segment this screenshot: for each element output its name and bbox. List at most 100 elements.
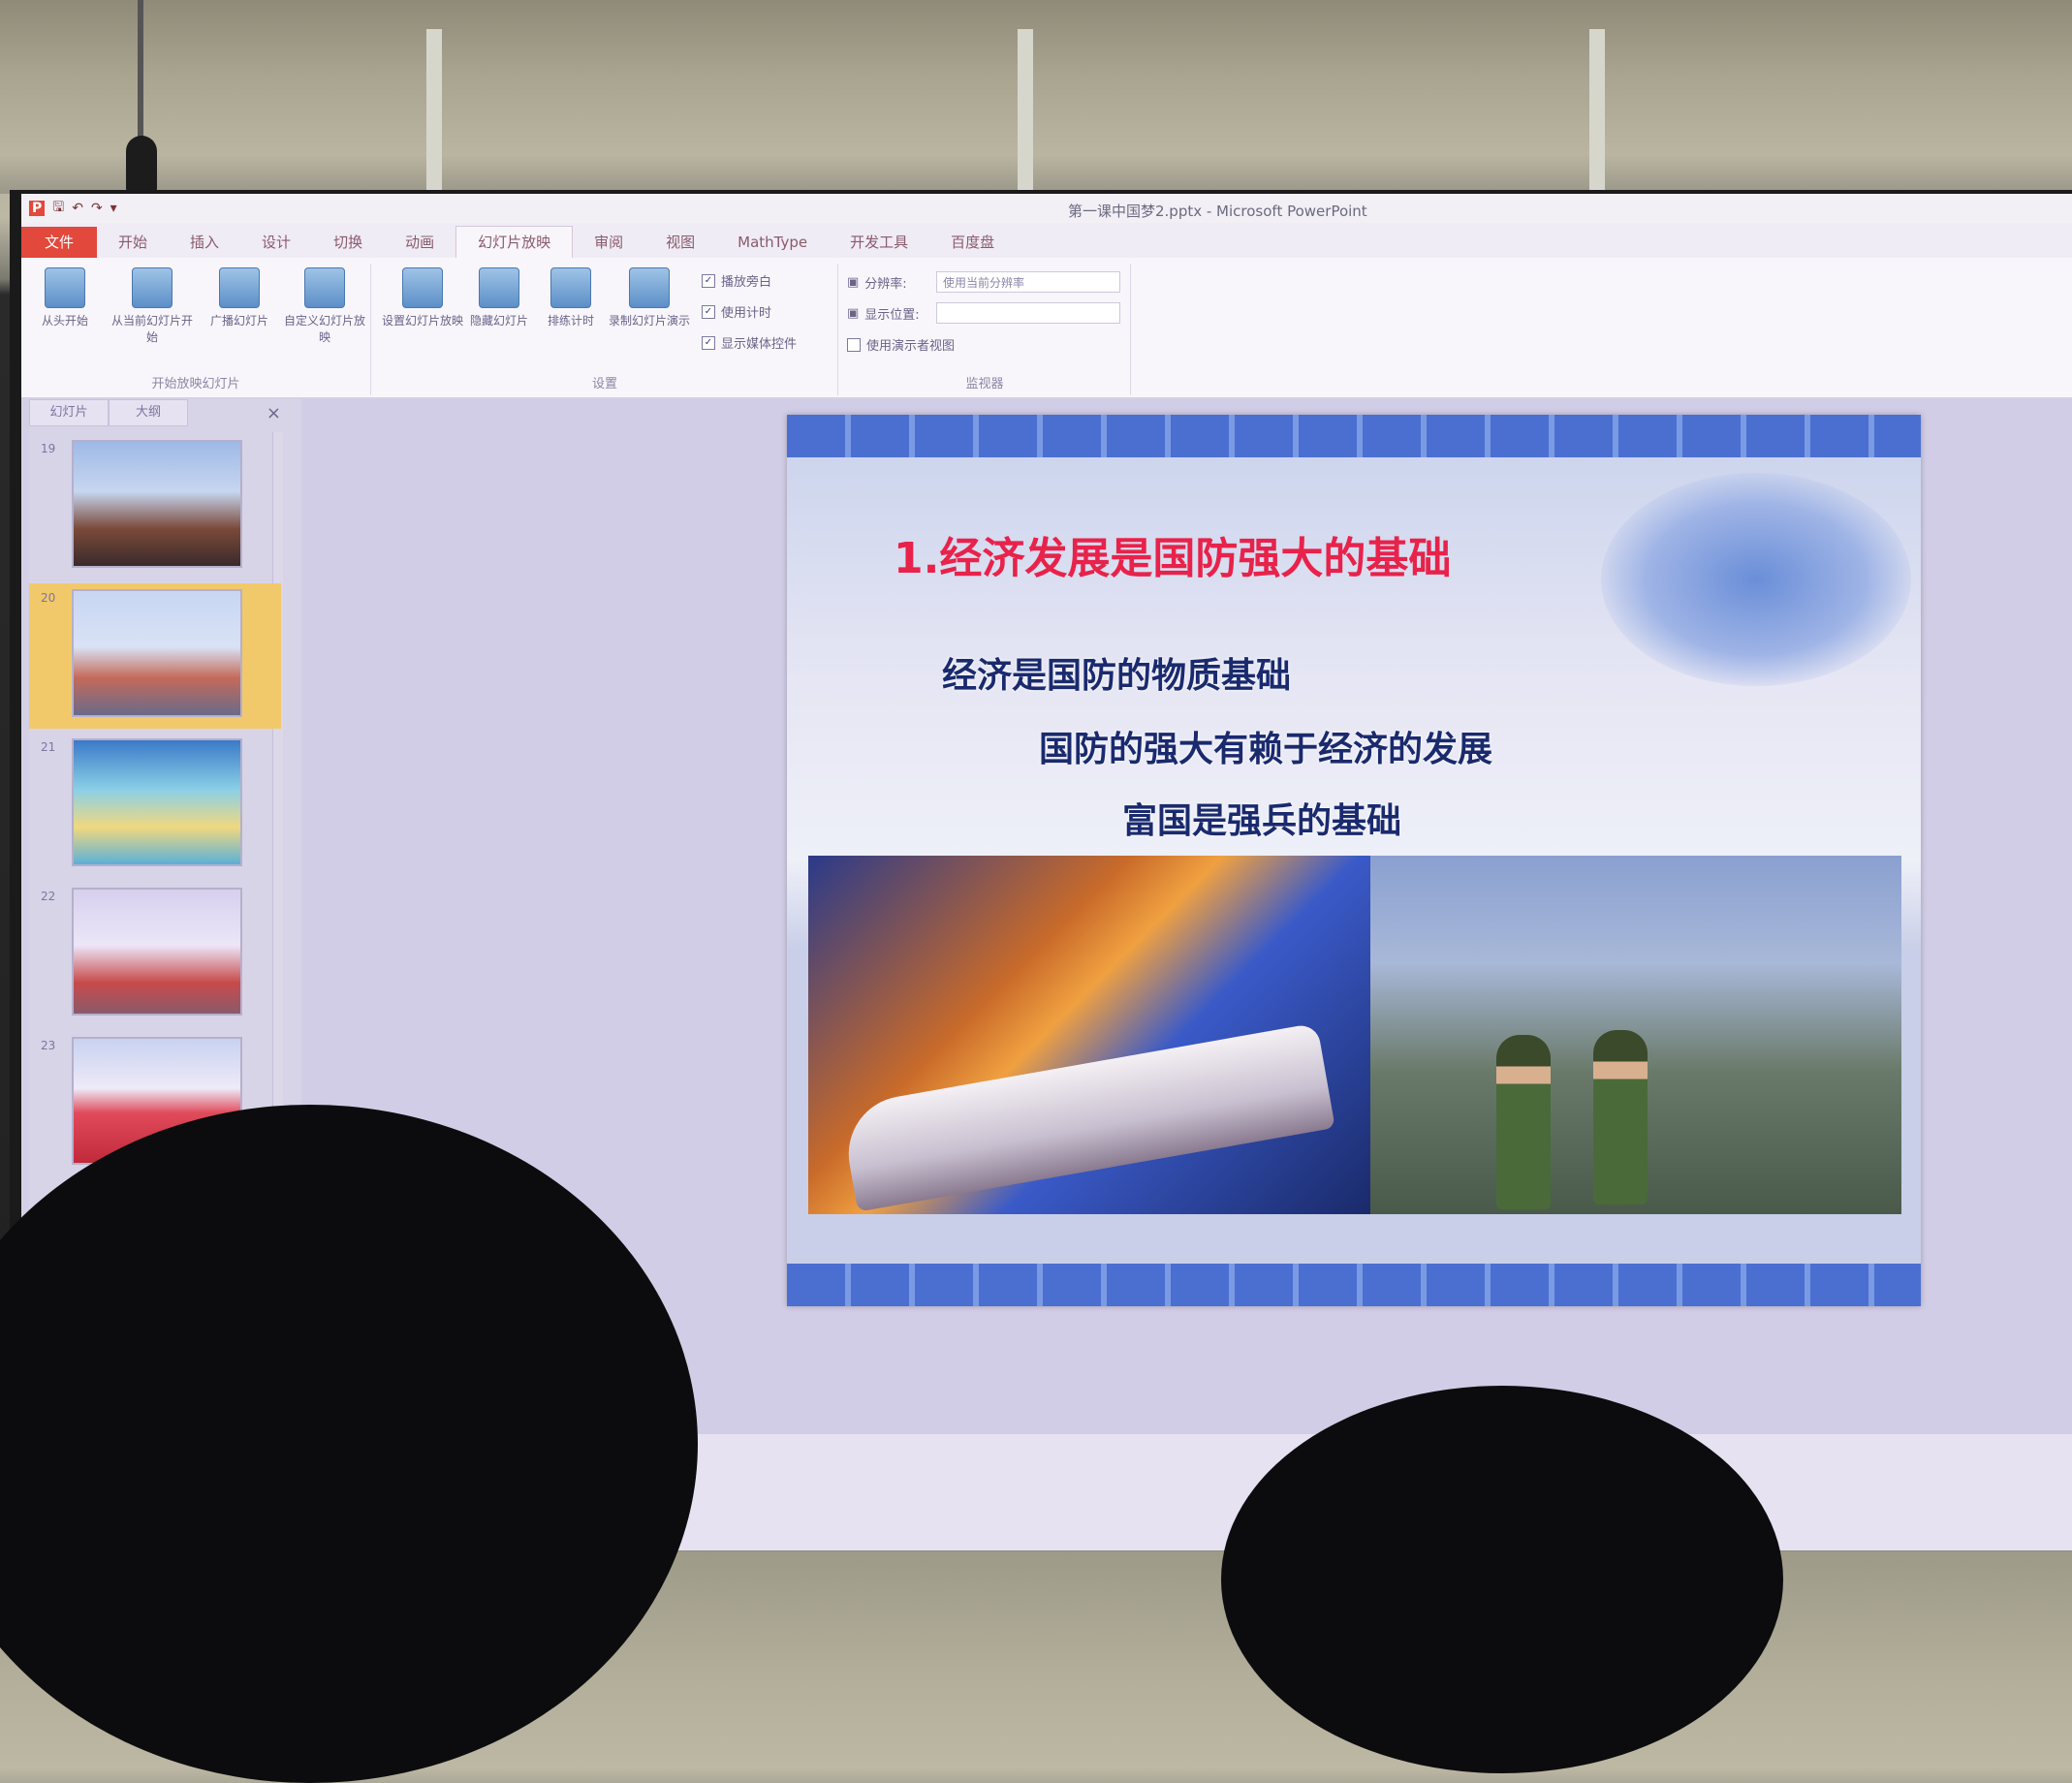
checkbox-checked-icon: ✓ bbox=[702, 304, 715, 319]
tab-slides[interactable]: 幻灯片 bbox=[29, 399, 109, 426]
hide-slide-label: 隐藏幻灯片 bbox=[469, 314, 528, 328]
checkbox-label: 使用计时 bbox=[721, 306, 772, 321]
close-icon[interactable]: × bbox=[267, 403, 281, 423]
tab-transitions[interactable]: 切换 bbox=[312, 227, 384, 258]
tab-home[interactable]: 开始 bbox=[97, 227, 169, 258]
tab-review[interactable]: 审阅 bbox=[573, 227, 644, 258]
record-show-button[interactable]: 录制幻灯片演示 bbox=[609, 267, 690, 328]
cloud-decoration bbox=[1601, 473, 1911, 686]
thumbnail-image bbox=[72, 589, 242, 717]
group-setup: 设置幻灯片放映 隐藏幻灯片 排练计时 录制幻灯片演示 ✓ 播放旁白 ✓ 使用计时 ✓… bbox=[372, 264, 838, 395]
from-beginning-label: 从头开始 bbox=[41, 314, 88, 328]
thumbnail-image bbox=[72, 888, 242, 1016]
record-label: 录制幻灯片演示 bbox=[609, 314, 691, 328]
from-current-label: 从当前幻灯片开始 bbox=[110, 314, 193, 344]
custom-show-label: 自定义幻灯片放映 bbox=[283, 314, 365, 344]
slide-text-line[interactable]: 富国是强兵的基础 bbox=[1122, 793, 1401, 843]
military-parade-photo bbox=[1370, 856, 1901, 1214]
slide-title[interactable]: 1.经济发展是国防强大的基础 bbox=[894, 523, 1451, 585]
resolution-select[interactable]: 使用当前分辨率 bbox=[936, 271, 1120, 293]
group-start-slideshow: 从头开始 从当前幻灯片开始 广播幻灯片 自定义幻灯片放映 开始放映幻灯片 bbox=[21, 264, 371, 395]
wall-pole bbox=[1018, 29, 1033, 194]
powerpoint-logo-icon: P bbox=[29, 201, 46, 216]
slide-number: 23 bbox=[41, 1039, 56, 1052]
use-timings-checkbox[interactable]: ✓ 使用计时 bbox=[702, 302, 771, 321]
from-current-button[interactable]: 从当前幻灯片开始 bbox=[109, 267, 196, 345]
group-label: 监视器 bbox=[965, 377, 1004, 391]
checkbox-label: 显示媒体控件 bbox=[721, 337, 798, 352]
resolution-text: 分辨率: bbox=[864, 277, 907, 292]
custom-show-button[interactable]: 自定义幻灯片放映 bbox=[283, 267, 366, 345]
slide-thumbnail[interactable]: 19 bbox=[29, 434, 281, 579]
brick-border-top bbox=[787, 415, 1921, 457]
hide-slide-icon bbox=[479, 267, 519, 308]
tab-slide-show[interactable]: 幻灯片放映 bbox=[455, 226, 574, 258]
slide-thumbnail[interactable]: 21 bbox=[29, 733, 281, 878]
save-icon[interactable]: 🖫 bbox=[52, 197, 64, 220]
tab-outline[interactable]: 大纲 bbox=[109, 399, 188, 426]
broadcast-label: 广播幻灯片 bbox=[209, 314, 268, 328]
tab-insert[interactable]: 插入 bbox=[169, 227, 240, 258]
slide-number: 19 bbox=[41, 442, 56, 455]
tab-baidu[interactable]: 百度盘 bbox=[929, 227, 1016, 258]
redo-icon[interactable]: ↷ bbox=[91, 201, 103, 216]
play-narrations-checkbox[interactable]: ✓ 播放旁白 bbox=[702, 271, 771, 290]
checkbox-empty-icon bbox=[847, 337, 861, 352]
show-on-select[interactable] bbox=[936, 302, 1120, 324]
slideshow-current-icon bbox=[132, 267, 173, 308]
slide-number: 21 bbox=[41, 740, 56, 754]
setup-show-label: 设置幻灯片放映 bbox=[382, 314, 464, 328]
presenter-view-checkbox[interactable]: 使用演示者视图 bbox=[847, 335, 955, 354]
wall-pole bbox=[1589, 29, 1605, 194]
broadcast-button[interactable]: 广播幻灯片 bbox=[205, 267, 273, 328]
title-bar: P 🖫 ↶ ↷ ▾ 第一课中国梦2.pptx - Microsoft Power… bbox=[21, 194, 2072, 223]
soldier-figure bbox=[1593, 1030, 1648, 1204]
slide-number: 22 bbox=[41, 890, 56, 903]
setup-show-button[interactable]: 设置幻灯片放映 bbox=[382, 267, 463, 328]
slide-text-line[interactable]: 国防的强大有赖于经济的发展 bbox=[1039, 721, 1492, 771]
stopwatch-icon bbox=[550, 267, 591, 308]
tab-mathtype[interactable]: MathType bbox=[716, 227, 829, 258]
slide-thumbnail[interactable]: 22 bbox=[29, 882, 281, 1027]
show-on-label: ▣ 显示位置: bbox=[847, 304, 920, 323]
slide-text-line[interactable]: 经济是国防的物质基础 bbox=[942, 647, 1291, 698]
ribbon: 从头开始 从当前幻灯片开始 广播幻灯片 自定义幻灯片放映 开始放映幻灯片 设置幻… bbox=[21, 258, 2072, 398]
window-title: 第一课中国梦2.pptx - Microsoft PowerPoint bbox=[1068, 203, 1367, 220]
thumbnail-image bbox=[72, 440, 242, 568]
tab-view[interactable]: 视图 bbox=[644, 227, 716, 258]
slide-thumbnail[interactable]: 20 bbox=[29, 583, 281, 729]
group-label: 设置 bbox=[591, 377, 617, 391]
thumbnail-image bbox=[72, 738, 242, 866]
microphone-cable bbox=[138, 0, 143, 145]
quick-access-toolbar: P 🖫 ↶ ↷ ▾ bbox=[29, 198, 117, 219]
group-monitors: ▣ 分辨率: 使用当前分辨率 ▣ 显示位置: 使用演示者视图 监视器 bbox=[839, 264, 1131, 395]
monitor-icon: ▣ bbox=[847, 306, 860, 321]
tab-developer[interactable]: 开发工具 bbox=[829, 227, 929, 258]
hide-slide-button[interactable]: 隐藏幻灯片 bbox=[465, 267, 533, 328]
tab-file[interactable]: 文件 bbox=[21, 227, 98, 258]
checkbox-label: 播放旁白 bbox=[721, 275, 772, 290]
soldier-figure bbox=[1496, 1035, 1551, 1209]
tab-animations[interactable]: 动画 bbox=[384, 227, 455, 258]
show-media-controls-checkbox[interactable]: ✓ 显示媒体控件 bbox=[702, 333, 797, 352]
show-on-text: 显示位置: bbox=[864, 308, 920, 323]
broadcast-icon bbox=[219, 267, 260, 308]
undo-icon[interactable]: ↶ bbox=[72, 201, 83, 216]
pane-tabs: 幻灯片 大纲 bbox=[29, 399, 281, 426]
group-label: 开始放映幻灯片 bbox=[151, 377, 240, 391]
from-beginning-button[interactable]: 从头开始 bbox=[31, 267, 99, 328]
checkbox-checked-icon: ✓ bbox=[702, 273, 715, 288]
rehearse-timings-button[interactable]: 排练计时 bbox=[537, 267, 605, 328]
tab-design[interactable]: 设计 bbox=[240, 227, 312, 258]
room-wall bbox=[0, 0, 2072, 203]
checkbox-label: 使用演示者视图 bbox=[866, 339, 956, 354]
customize-qat-icon[interactable]: ▾ bbox=[110, 201, 117, 216]
record-icon bbox=[629, 267, 670, 308]
monitor-icon: ▣ bbox=[847, 275, 860, 290]
custom-show-icon bbox=[304, 267, 345, 308]
resolution-label: ▣ 分辨率: bbox=[847, 273, 907, 292]
wall-pole bbox=[426, 29, 442, 194]
current-slide[interactable]: 1.经济发展是国防强大的基础 经济是国防的物质基础 国防的强大有赖于经济的发展 … bbox=[787, 415, 1921, 1306]
slideshow-start-icon bbox=[45, 267, 85, 308]
brick-border-bottom bbox=[787, 1264, 1921, 1306]
